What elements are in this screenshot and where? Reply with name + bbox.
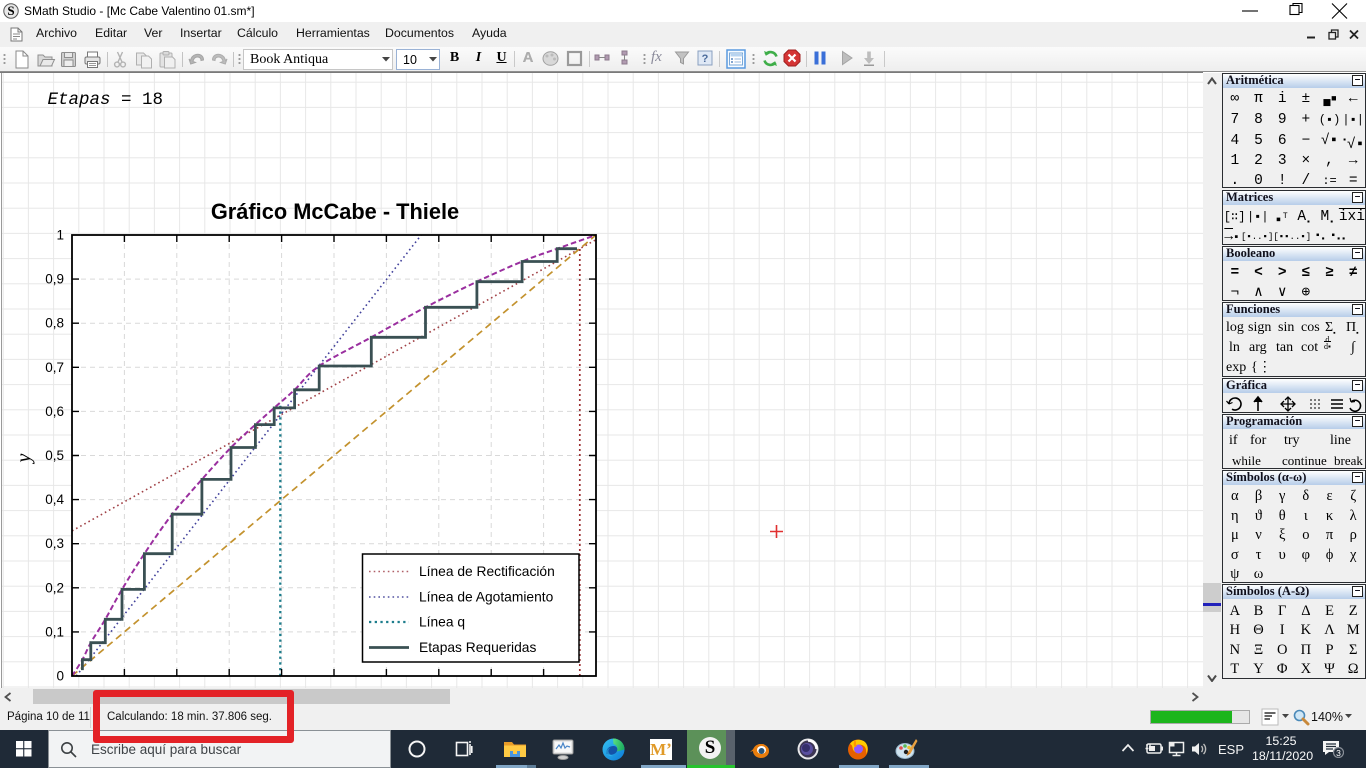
svg-text:S: S xyxy=(7,3,14,18)
svg-text:Línea de Rectificación: Línea de Rectificación xyxy=(419,564,555,579)
svg-text:0: 0 xyxy=(56,669,64,684)
svg-text:0,7: 0,7 xyxy=(45,360,64,375)
svg-text:3: 3 xyxy=(1336,748,1341,758)
svg-text:0,3: 0,3 xyxy=(45,536,64,551)
svg-text:Línea de Agotamiento: Línea de Agotamiento xyxy=(419,590,554,605)
svg-text:1: 1 xyxy=(56,228,64,243)
svg-text:0,6: 0,6 xyxy=(45,404,64,419)
svg-text:0,5: 0,5 xyxy=(45,448,64,463)
svg-text:0,2: 0,2 xyxy=(45,580,64,595)
svg-text:Línea q: Línea q xyxy=(419,615,465,630)
svg-text:y: y xyxy=(13,453,35,464)
svg-text:0,9: 0,9 xyxy=(45,272,64,287)
svg-text:0,8: 0,8 xyxy=(45,316,64,331)
svg-text:Etapas Requeridas: Etapas Requeridas xyxy=(419,640,536,655)
svg-text:0,1: 0,1 xyxy=(45,624,64,639)
svg-text:0,4: 0,4 xyxy=(45,492,64,507)
svg-text:?: ? xyxy=(702,53,709,65)
